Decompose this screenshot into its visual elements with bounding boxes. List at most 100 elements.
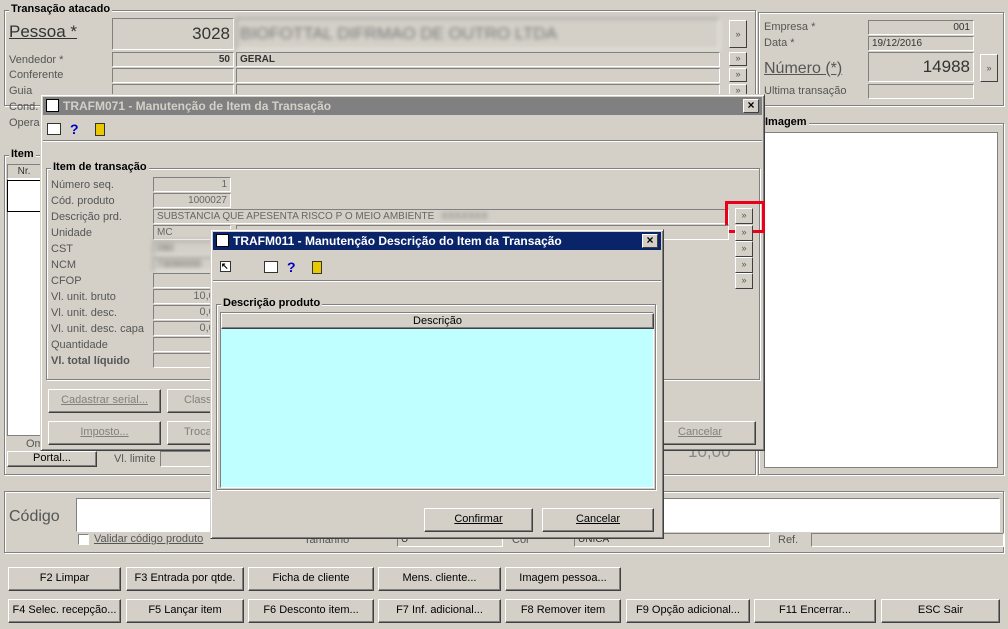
ref-label: Ref.	[778, 534, 799, 546]
codigo-label: Código	[9, 508, 60, 525]
grid-toolbar-icon[interactable]	[264, 261, 278, 273]
ncm-search-button[interactable]: »	[735, 257, 753, 273]
trafm011-titlebar[interactable]: TRAFM011 - Manutenção Descrição do Item …	[213, 232, 661, 250]
numero-label: Número (*)	[764, 60, 843, 77]
mens-cliente-button[interactable]: Mens. cliente...	[378, 567, 501, 591]
portal-button[interactable]: Portal...	[7, 451, 97, 467]
esc-sair-button[interactable]: ESC Sair	[881, 599, 1000, 623]
ultima-transacao-field	[868, 84, 974, 99]
pessoa-label: Pessoa *	[9, 22, 78, 41]
cod-produto-field[interactable]: 1000027	[153, 193, 231, 208]
f6-desconto-item-button[interactable]: F6 Desconto item...	[248, 599, 374, 623]
conferente-code-field[interactable]	[112, 68, 234, 83]
window-app-icon	[216, 234, 229, 247]
help-icon[interactable]: ?	[70, 121, 79, 137]
pessoa-search-button[interactable]: »	[729, 20, 747, 48]
data-field[interactable]: 19/12/2016	[868, 36, 974, 51]
unidade-search-button[interactable]: »	[735, 225, 753, 241]
imposto-button[interactable]: Imposto...	[48, 421, 161, 445]
cst-search-button[interactable]: »	[735, 241, 753, 257]
window-app-icon	[46, 99, 59, 112]
help-icon[interactable]: ?	[287, 259, 296, 275]
f11-encerrar-button[interactable]: F11 Encerrar...	[754, 599, 876, 623]
descricao-search-button[interactable]: »	[735, 208, 753, 224]
toolbar-separator	[213, 280, 661, 282]
ncm-label: NCM	[51, 259, 77, 271]
quantidade-label: Quantidade	[51, 339, 108, 351]
cfop-label: CFOP	[51, 275, 82, 287]
vl-unit-desc-label: Vl. unit. desc.	[51, 307, 118, 319]
data-label: Data *	[764, 37, 795, 49]
vl-limite-field[interactable]	[160, 451, 214, 467]
troca-button[interactable]: Troca	[167, 421, 215, 445]
ficha-cliente-button[interactable]: Ficha de cliente	[248, 567, 374, 591]
cod-produto-label: Cód. produto	[51, 195, 115, 207]
imagem-group-title: Imagem	[763, 116, 809, 128]
f5-lancar-item-button[interactable]: F5 Lançar item	[126, 599, 244, 623]
cursor-toolbar-icon[interactable]: ↖	[220, 261, 231, 272]
empresa-label: Empresa *	[764, 21, 816, 33]
unidade-label: Unidade	[51, 227, 92, 239]
trafm071-close-button[interactable]: ×	[743, 99, 759, 113]
vendedor-name-field[interactable]: GERAL	[236, 52, 720, 67]
item-grid-header: Nr.	[7, 164, 41, 179]
pessoa-code-field[interactable]: 3028	[112, 18, 234, 50]
opera-label: Opera	[9, 117, 40, 129]
numero-field[interactable]: 14988	[868, 52, 974, 82]
vendedor-label: Vendedor *	[9, 54, 64, 66]
cond-label: Cond.	[9, 101, 39, 113]
vl-unit-bruto-label: Vl. unit. bruto	[51, 291, 116, 303]
cfop-search-button[interactable]: »	[735, 273, 753, 289]
conferente-name-field[interactable]	[236, 68, 720, 83]
vendedor-search-button[interactable]: »	[729, 52, 747, 66]
validar-label: Validar código produto	[94, 533, 204, 545]
item-group-title: Item	[9, 148, 36, 160]
confirmar-button[interactable]: Confirmar	[424, 508, 533, 532]
f7-inf-adicional-button[interactable]: F7 Inf. adicional...	[378, 599, 501, 623]
vl-limite-label: Vl. limite	[114, 453, 156, 465]
f8-remover-item-button[interactable]: F8 Remover item	[505, 599, 621, 623]
transacao-group-title: Transação atacado	[9, 3, 113, 15]
conferente-label: Conferente	[9, 69, 64, 81]
cst-label: CST	[51, 243, 73, 255]
guia-label: Guia	[9, 85, 33, 97]
cadastrar-serial-button[interactable]: Cadastrar serial...	[48, 389, 161, 413]
trafm011-window: TRAFM011 - Manutenção Descrição do Item …	[210, 229, 664, 539]
vl-total-liquido-label: Vl. total líquido	[51, 355, 130, 367]
trafm011-title: TRAFM011 - Manutenção Descrição do Item …	[233, 234, 562, 248]
item-grid-row-selected[interactable]	[7, 180, 41, 212]
pessoa-name-field[interactable]: BIOFOTTAL DIFRMAO DE OUTRO LTDA	[236, 18, 720, 50]
descricao-column-header[interactable]: Descrição	[221, 313, 654, 329]
trafm071-titlebar[interactable]: TRAFM071 - Manutenção de Item da Transaç…	[43, 97, 762, 115]
ultima-transacao-label: Ultima transação	[764, 85, 847, 97]
vendedor-code-field[interactable]: 50	[112, 52, 234, 67]
ref-field[interactable]	[811, 533, 1004, 547]
imagem-pessoa-button[interactable]: Imagem pessoa...	[505, 567, 621, 591]
f9-opcao-adicional-button[interactable]: F9 Opção adicional...	[626, 599, 750, 623]
class-button[interactable]: Class	[167, 389, 215, 413]
descricao-grid[interactable]	[220, 312, 654, 488]
f3-entrada-button[interactable]: F3 Entrada por qtde.	[126, 567, 244, 591]
numero-seq-label: Número seq.	[51, 179, 114, 191]
vl-unit-desc-capa-label: Vl. unit. desc. capa	[51, 323, 144, 335]
validar-checkbox[interactable]	[78, 534, 89, 545]
exit-door-icon[interactable]	[312, 261, 322, 274]
imagem-panel	[764, 132, 998, 468]
conferente-search-button[interactable]: »	[729, 68, 747, 82]
numero-seq-field[interactable]: 1	[153, 177, 231, 192]
numero-search-button[interactable]: »	[980, 54, 998, 82]
exit-door-icon[interactable]	[95, 123, 105, 136]
descricao-produto-group-title: Descrição produto	[221, 297, 323, 309]
trafm011-close-button[interactable]: ×	[642, 234, 658, 248]
empresa-field[interactable]: 001	[868, 20, 974, 35]
grid-toolbar-icon[interactable]	[47, 123, 61, 135]
toolbar-separator	[43, 140, 762, 142]
descricao-prd-text: SUBSTANCIA QUE APESENTA RISCO P O MEIO A…	[157, 211, 435, 222]
trafm071-title: TRAFM071 - Manutenção de Item da Transaç…	[63, 99, 332, 113]
trafm071-cancelar-button[interactable]: Cancelar	[662, 421, 756, 445]
trafm011-cancelar-button[interactable]: Cancelar	[542, 508, 654, 532]
f2-limpar-button[interactable]: F2 Limpar	[8, 567, 121, 591]
f4-selec-recepcao-button[interactable]: F4 Selec. recepção...	[8, 599, 121, 623]
descricao-prd-field[interactable]: SUBSTANCIA QUE APESENTA RISCO P O MEIO A…	[153, 209, 729, 224]
descricao-prd-label: Descrição prd.	[51, 211, 122, 223]
